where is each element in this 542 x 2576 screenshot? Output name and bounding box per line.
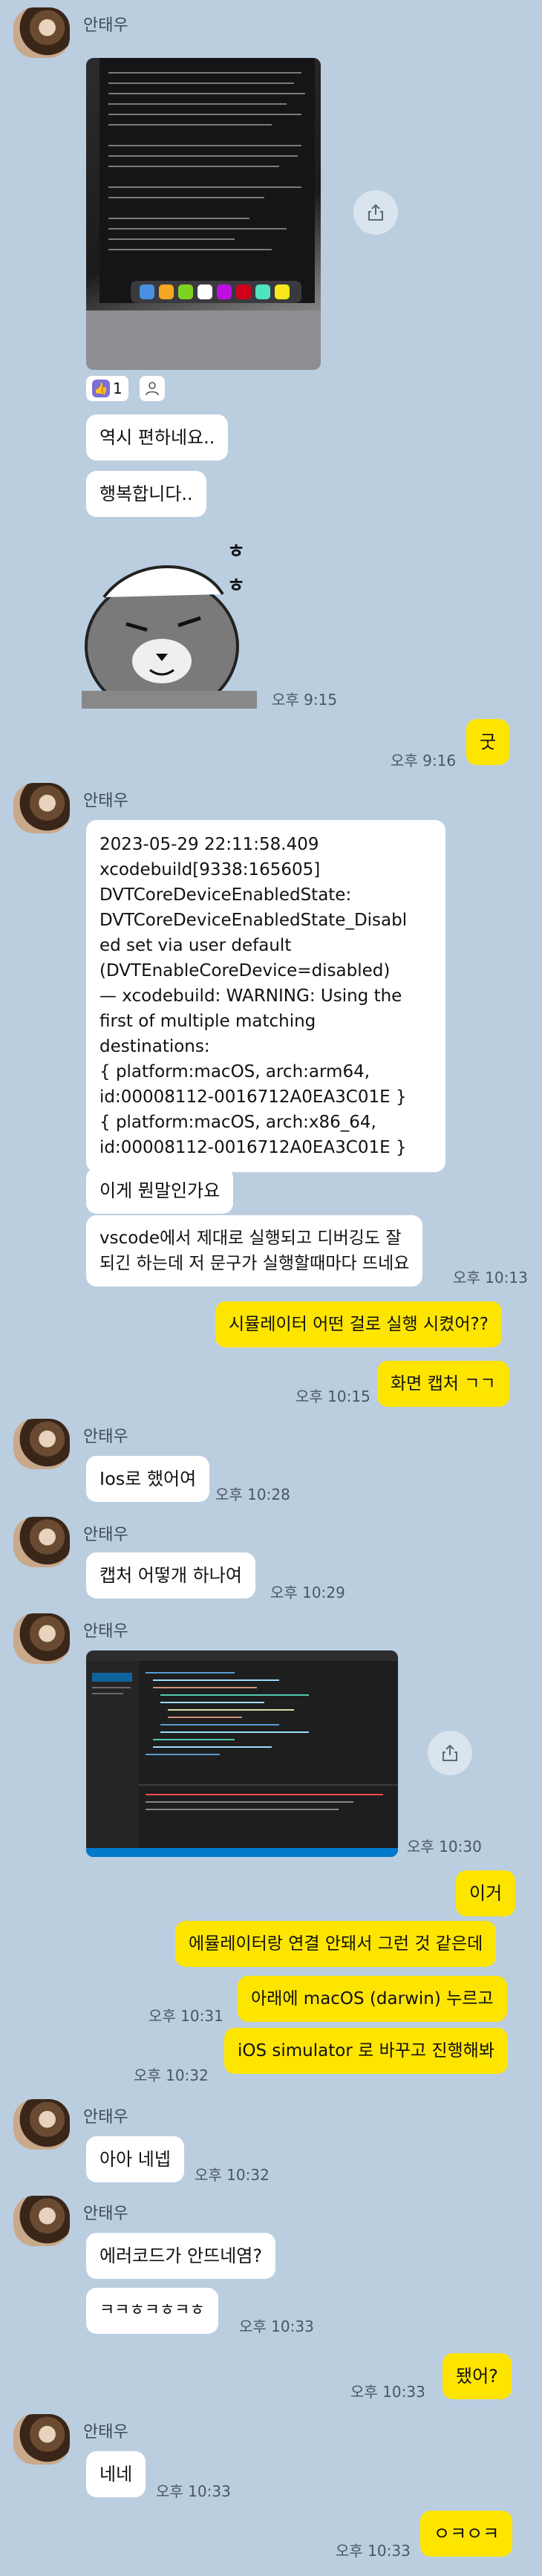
person-icon <box>146 382 159 396</box>
my-message-bubble[interactable]: 굿 <box>466 719 510 765</box>
timestamp: 오후 10:30 <box>407 1838 482 1855</box>
timestamp: 오후 10:13 <box>453 1269 528 1287</box>
photo-vscode-screenshot[interactable] <box>86 1650 398 1857</box>
message-bubble-log[interactable]: 2023-05-29 22:11:58.409 xcodebuild[9338:… <box>86 820 445 1172</box>
timestamp: 오후 9:16 <box>391 752 457 770</box>
avatar[interactable] <box>13 1613 70 1664</box>
avatar[interactable] <box>13 1517 70 1567</box>
timestamp: 오후 10:33 <box>156 2482 231 2500</box>
sender-name: 안태우 <box>83 1428 128 1446</box>
sender-name: 안태우 <box>83 2205 128 2223</box>
timestamp: 오후 10:28 <box>215 1486 290 1503</box>
avatar[interactable] <box>13 2414 70 2465</box>
timestamp: 오후 10:32 <box>195 2166 270 2184</box>
reaction-like-badge[interactable]: 👍 1 <box>86 376 128 401</box>
message-bubble[interactable]: 캡처 어떻개 하나여 <box>86 1552 255 1598</box>
message-bubble[interactable]: 아아 네넵 <box>86 2136 184 2182</box>
message-bubble[interactable]: 이게 뭔말인가요 <box>86 1168 234 1214</box>
sticker-cat[interactable]: ㅎ ㅎ <box>82 535 257 716</box>
share-icon <box>443 1744 457 1761</box>
timestamp: 오후 10:15 <box>296 1388 370 1405</box>
terminal-screenshot-image <box>86 58 321 370</box>
timestamp: 오후 10:33 <box>350 2383 425 2401</box>
my-message-bubble[interactable]: iOS simulator 로 바꾸고 진행해봐 <box>224 2028 509 2074</box>
avatar[interactable] <box>13 783 70 833</box>
thumbs-up-icon: 👍 <box>92 380 110 397</box>
timestamp: 오후 10:32 <box>134 2066 209 2084</box>
message-bubble[interactable]: Ios로 했어여 <box>86 1456 210 1502</box>
message-bubble[interactable]: ㅋㅋㅎㅋㅎㅋㅎ <box>86 2288 218 2334</box>
my-message-bubble[interactable]: 시뮬레이터 어떤 걸로 실행 시켰어?? <box>215 1301 502 1347</box>
share-icon <box>368 204 383 221</box>
my-message-bubble[interactable]: 됐어? <box>443 2353 512 2399</box>
my-message-bubble[interactable]: ㅇㅋㅇㅋ <box>420 2511 513 2557</box>
avatar[interactable] <box>13 2099 70 2150</box>
my-message-bubble[interactable]: 화면 캡처 ㄱㄱ <box>377 1361 509 1407</box>
add-reaction-button[interactable] <box>140 376 165 401</box>
my-message-bubble[interactable]: 에뮬레이터랑 연결 안돼서 그런 것 같은데 <box>175 1921 497 1967</box>
avatar[interactable] <box>13 1419 70 1469</box>
vscode-screenshot-image <box>86 1650 398 1857</box>
timestamp: 오후 9:15 <box>272 691 338 709</box>
sender-name: 안태우 <box>83 792 128 810</box>
avatar[interactable] <box>13 7 70 58</box>
message-bubble[interactable]: vscode에서 제대로 실행되고 디버깅도 잘 되긴 하는데 저 문구가 실행… <box>86 1215 423 1287</box>
share-button[interactable] <box>428 1731 472 1775</box>
timestamp: 오후 10:29 <box>270 1584 345 1601</box>
timestamp: 오후 10:31 <box>148 2007 223 2025</box>
message-bubble[interactable]: 행복합니다.. <box>86 471 206 517</box>
timestamp: 오후 10:33 <box>239 2318 314 2335</box>
sender-name: 안태우 <box>83 2108 128 2127</box>
message-bubble[interactable]: 네네 <box>86 2451 146 2497</box>
my-message-bubble[interactable]: 아래에 macOS (darwin) 누르고 <box>238 1976 507 2022</box>
sticker-text: ㅎ <box>227 541 245 563</box>
sender-name: 안태우 <box>83 16 128 35</box>
sticker-text: ㅎ <box>227 575 245 597</box>
my-message-bubble[interactable]: 이거 <box>456 1870 516 1916</box>
sender-name: 안태우 <box>83 2423 128 2442</box>
share-button[interactable] <box>353 190 398 235</box>
avatar[interactable] <box>13 2196 70 2246</box>
reaction-count: 1 <box>113 380 123 397</box>
message-bubble[interactable]: 에러코드가 안뜨네염? <box>86 2233 276 2279</box>
sender-name: 안태우 <box>83 1526 128 1544</box>
sender-name: 안태우 <box>83 1622 128 1641</box>
message-bubble[interactable]: 역시 편하네요.. <box>86 414 229 461</box>
photo-laptop-terminal[interactable] <box>86 58 321 370</box>
timestamp: 오후 10:33 <box>336 2542 411 2560</box>
